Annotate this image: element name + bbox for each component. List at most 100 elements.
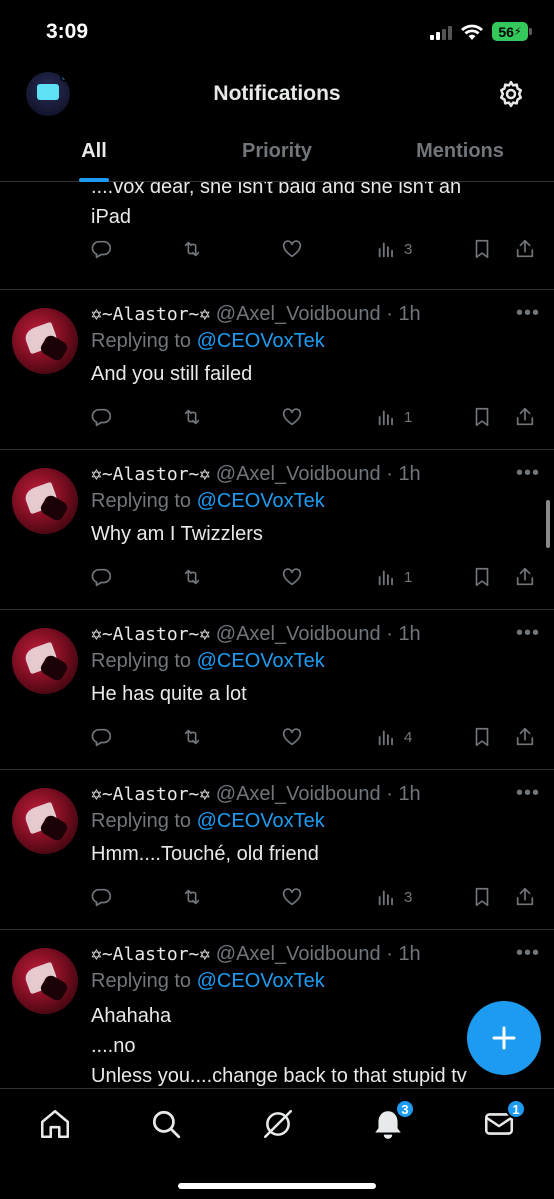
bookmark-button[interactable] [471, 884, 493, 910]
share-icon [516, 727, 534, 746]
like-icon [282, 568, 302, 586]
author-line: ✡~Alastor~✡ @Axel_Voidbound · 1h [91, 623, 421, 645]
retweet-icon [184, 729, 200, 745]
author-handle[interactable]: @Axel_Voidbound [216, 303, 381, 325]
home-icon[interactable] [38, 1107, 72, 1141]
home-indicator[interactable] [178, 1183, 376, 1189]
views-button[interactable]: 1 [376, 564, 412, 590]
search-icon[interactable] [149, 1107, 183, 1141]
views-button[interactable]: 4 [376, 724, 412, 750]
bookmark-icon [475, 239, 489, 259]
list-item[interactable]: ••• ✡~Alastor~✡ @Axel_Voidbound · 1h Reply… [0, 610, 554, 770]
avatar[interactable] [12, 788, 78, 854]
views-count: 1 [404, 408, 413, 426]
retweet-button[interactable] [181, 236, 203, 262]
avatar[interactable] [12, 468, 78, 534]
bookmark-button[interactable] [471, 564, 493, 590]
reply-button[interactable] [91, 564, 113, 590]
share-button[interactable] [514, 564, 536, 590]
post-actions: 4 [91, 724, 536, 750]
author-name[interactable]: ✡~Alastor~✡ [91, 464, 210, 485]
list-item[interactable]: ....vox dear, she isn't bald and she isn… [0, 182, 554, 290]
reply-icon [91, 568, 112, 587]
views-button[interactable]: 3 [376, 236, 412, 262]
bookmark-button[interactable] [471, 236, 493, 262]
like-button[interactable] [281, 724, 303, 750]
bookmark-button[interactable] [471, 724, 493, 750]
share-button[interactable] [514, 884, 536, 910]
author-handle[interactable]: @Axel_Voidbound [216, 783, 381, 805]
views-count: 3 [404, 888, 413, 906]
mention-link[interactable]: @CEOVoxTek [197, 810, 325, 832]
author-handle[interactable]: @Axel_Voidbound [216, 623, 381, 645]
author-line: ✡~Alastor~✡ @Axel_Voidbound · 1h [91, 783, 421, 805]
messages-nav[interactable]: 1 [482, 1099, 526, 1141]
tab-bar: All Priority Mentions [0, 126, 554, 182]
mention-link[interactable]: @CEOVoxTek [197, 650, 325, 672]
mention-link[interactable]: @CEOVoxTek [197, 330, 325, 352]
like-button[interactable] [281, 884, 303, 910]
views-count: 3 [404, 240, 413, 258]
mention-link[interactable]: @CEOVoxTek [197, 490, 325, 512]
author-line: ✡~Alastor~✡ @Axel_Voidbound · 1h [91, 943, 421, 965]
scrollbar[interactable] [546, 500, 550, 548]
author-name[interactable]: ✡~Alastor~✡ [91, 304, 210, 325]
replying-label: Replying to [91, 330, 192, 352]
views-icon [378, 890, 393, 906]
author-name[interactable]: ✡~Alastor~✡ [91, 784, 210, 805]
tab-all[interactable]: All [0, 126, 188, 181]
retweet-button[interactable] [181, 884, 203, 910]
views-button[interactable]: 1 [376, 404, 412, 430]
share-icon [516, 239, 534, 258]
share-button[interactable] [514, 404, 536, 430]
author-name[interactable]: ✡~Alastor~✡ [91, 624, 210, 645]
battery-icon: 56 ⚡ [492, 22, 532, 41]
reply-button[interactable] [91, 236, 113, 262]
bookmark-button[interactable] [471, 404, 493, 430]
bookmark-icon [475, 407, 489, 427]
post-text: Why am I Twizzlers [91, 523, 263, 545]
list-item[interactable]: ••• ✡~Alastor~✡ @Axel_Voidbound · 1h Reply… [0, 290, 554, 450]
share-button[interactable] [514, 236, 536, 262]
list-item[interactable]: ••• ✡~Alastor~✡ @Axel_Voidbound · 1h Rep… [0, 930, 554, 1088]
reply-button[interactable] [91, 724, 113, 750]
author-line: ✡~Alastor~✡ @Axel_Voidbound · 1h [91, 303, 421, 325]
share-button[interactable] [514, 724, 536, 750]
post-time: 1h [398, 303, 421, 325]
notifications-badge: 3 [395, 1099, 415, 1119]
author-name[interactable]: ✡~Alastor~✡ [91, 944, 210, 965]
avatar[interactable] [12, 948, 78, 1014]
retweet-button[interactable] [181, 404, 203, 430]
reply-button[interactable] [91, 404, 113, 430]
list-item[interactable]: ••• ✡~Alastor~✡ @Axel_Voidbound · 1h Reply… [0, 450, 554, 610]
list-item[interactable]: ••• ✡~Alastor~✡ @Axel_Voidbound · 1h Reply… [0, 770, 554, 930]
avatar[interactable] [12, 628, 78, 694]
post-text: iPad [91, 206, 132, 228]
mention-link[interactable]: @CEOVoxTek [197, 970, 325, 992]
like-icon [282, 408, 302, 426]
retweet-button[interactable] [181, 564, 203, 590]
gear-icon[interactable] [496, 79, 526, 109]
compose-button[interactable] [467, 1001, 541, 1075]
author-handle[interactable]: @Axel_Voidbound [216, 943, 381, 965]
notifications-feed: ....vox dear, she isn't bald and she isn… [0, 182, 554, 1088]
grok-icon[interactable] [261, 1107, 295, 1141]
post-text: He has quite a lot [91, 683, 247, 705]
like-button[interactable] [281, 236, 303, 262]
replying-to: Replying to @CEOVoxTek [91, 487, 540, 515]
tab-mentions[interactable]: Mentions [366, 126, 554, 181]
post-time: 1h [398, 463, 421, 485]
tab-priority[interactable]: Priority [188, 126, 366, 181]
views-button[interactable]: 3 [376, 884, 412, 910]
retweet-button[interactable] [181, 724, 203, 750]
post-time: 1h [398, 943, 421, 965]
like-button[interactable] [281, 404, 303, 430]
notifications-nav[interactable]: 3 [371, 1099, 415, 1141]
author-handle[interactable]: @Axel_Voidbound [216, 463, 381, 485]
bookmark-icon [475, 727, 489, 747]
avatar[interactable] [12, 308, 78, 374]
compose-icon [492, 1026, 516, 1050]
reply-icon [91, 728, 112, 747]
like-button[interactable] [281, 564, 303, 590]
reply-button[interactable] [91, 884, 113, 910]
